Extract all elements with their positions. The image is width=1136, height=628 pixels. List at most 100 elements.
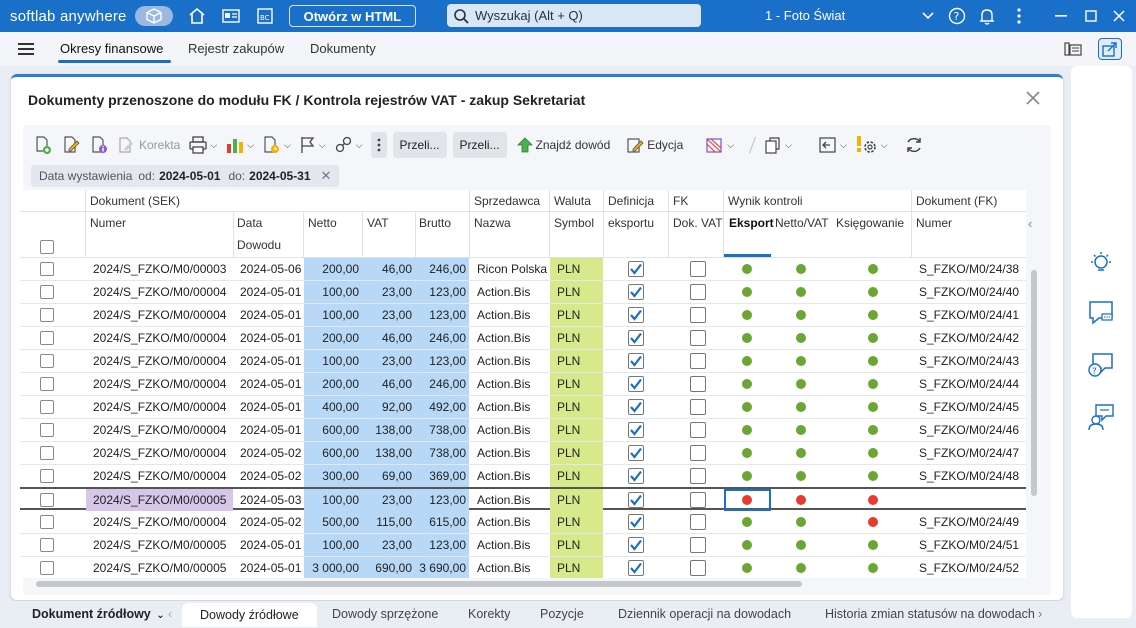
col-nazwa[interactable]: Nazwa [474, 216, 511, 230]
col-brutto[interactable]: Brutto [419, 216, 451, 230]
row-checkbox[interactable] [40, 308, 54, 322]
col-data[interactable]: Data [237, 216, 262, 230]
maximize-icon[interactable] [1080, 6, 1102, 26]
find-document-button[interactable]: Znajdź dowód [516, 132, 610, 158]
fk-dok-vat-checkbox[interactable] [690, 514, 706, 530]
fk-dok-vat-checkbox[interactable] [690, 537, 706, 553]
help-icon[interactable]: ? [946, 6, 968, 26]
tab-dziennik-operacji[interactable]: Dziennik operacji na dowodach [618, 607, 791, 621]
korekta-button[interactable]: Korekta [117, 132, 180, 158]
minimize-icon[interactable] [1050, 6, 1072, 26]
fk-dok-vat-checkbox[interactable] [690, 560, 706, 576]
fk-dok-vat-checkbox[interactable] [690, 353, 706, 369]
table-row[interactable]: 2024/S_FZKO/M0/00004 2024-05-02 500,00 115,… [20, 511, 1026, 534]
business-card-icon[interactable]: BC [255, 6, 275, 26]
fk-dok-vat-checkbox[interactable] [690, 468, 706, 484]
fk-dok-vat-checkbox[interactable] [690, 307, 706, 323]
add-document-icon[interactable] [33, 132, 53, 158]
close-icon[interactable] [1025, 90, 1041, 106]
date-filter-chip[interactable]: Data wystawienia od: 2024-05-01 do: 2024… [31, 165, 340, 187]
tab-okresy-finansowe[interactable]: Okresy finansowe [60, 41, 163, 56]
definicja-eksportu-checkbox[interactable] [628, 330, 644, 346]
preview-button-1[interactable]: Przeli... [392, 132, 447, 158]
flag-button[interactable]: ⌵ [299, 132, 326, 158]
tab-dokumenty[interactable]: Dokumenty [310, 41, 376, 56]
vertical-scrollbar[interactable] [1029, 258, 1039, 578]
definicja-eksportu-checkbox[interactable] [628, 492, 644, 508]
row-checkbox[interactable] [40, 493, 54, 507]
hamburger-menu-icon[interactable] [18, 43, 34, 55]
export-button[interactable]: ⌵ [705, 132, 734, 158]
document-info-icon[interactable] [89, 132, 109, 158]
definicja-eksportu-checkbox[interactable] [628, 284, 644, 300]
edit-button[interactable]: Edycja [626, 132, 683, 158]
definicja-eksportu-checkbox[interactable] [628, 422, 644, 438]
fk-dok-vat-checkbox[interactable] [690, 330, 706, 346]
table-row[interactable]: 2024/S_FZKO/M0/00004 2024-05-02 300,00 69,0… [20, 465, 1026, 488]
col-numer-fk[interactable]: Numer [916, 216, 952, 230]
tab-dowody-sprzezone[interactable]: Dowody sprzężone [332, 607, 438, 621]
table-row[interactable]: 2024/S_FZKO/M0/00004 2024-05-01 100,00 23,0… [20, 350, 1026, 373]
row-checkbox[interactable] [40, 446, 54, 460]
table-row[interactable]: 2024/S_FZKO/M0/00003 2024-05-06 200,00 46,0… [20, 258, 1026, 281]
tab-korekty[interactable]: Korekty [468, 607, 510, 621]
row-checkbox[interactable] [40, 262, 54, 276]
definicja-eksportu-checkbox[interactable] [628, 353, 644, 369]
help-chat-icon[interactable]: ? [1086, 350, 1116, 380]
table-row[interactable]: 2024/S_FZKO/M0/00004 2024-05-01 100,00 23,0… [20, 281, 1026, 304]
table-row[interactable]: 2024/S_FZKO/M0/00005 2024-05-03 100,00 23,0… [20, 487, 1026, 511]
source-document-dropdown[interactable]: Dokument źródłowy ⌄ [32, 607, 165, 621]
row-checkbox[interactable] [40, 285, 54, 299]
definicja-eksportu-checkbox[interactable] [628, 560, 644, 576]
tabs-scroll-left-icon[interactable]: ‹ [168, 607, 172, 621]
definicja-eksportu-checkbox[interactable] [628, 261, 644, 277]
scroll-left-icon[interactable]: ‹ [1028, 216, 1032, 231]
import-button[interactable]: ⌵ [818, 132, 847, 158]
col-dok-vat[interactable]: Dok. VAT [673, 216, 723, 230]
settings-warning-button[interactable]: ⌵ [855, 132, 888, 158]
definicja-eksportu-checkbox[interactable] [628, 376, 644, 392]
more-options-button[interactable] [370, 132, 387, 158]
col-numer[interactable]: Numer [90, 216, 126, 230]
definicja-eksportu-checkbox[interactable] [628, 514, 644, 530]
preview-button-2[interactable]: Przeli... [452, 132, 507, 158]
table-row[interactable]: 2024/S_FZKO/M0/00004 2024-05-01 400,00 92,0… [20, 396, 1026, 419]
row-checkbox[interactable] [40, 377, 54, 391]
chat-icon[interactable] [1086, 298, 1116, 328]
support-person-icon[interactable] [1086, 402, 1116, 432]
tab-dowody-zrodlowe[interactable]: Dowody źródłowe [182, 603, 317, 627]
table-row[interactable]: 2024/S_FZKO/M0/00005 2024-05-01 3 000,00 69… [20, 557, 1026, 578]
col-eksportu[interactable]: eksportu [608, 216, 654, 230]
vertical-ellipsis-icon[interactable] [1008, 6, 1030, 26]
row-checkbox[interactable] [40, 561, 54, 575]
col-netto[interactable]: Netto [308, 216, 337, 230]
row-checkbox[interactable] [40, 354, 54, 368]
copy-button[interactable]: ⌵ [763, 132, 792, 158]
table-row[interactable]: 2024/S_FZKO/M0/00005 2024-05-01 100,00 23,0… [20, 534, 1026, 557]
select-all-checkbox[interactable] [40, 240, 54, 254]
horizontal-scrollbar[interactable] [20, 578, 1026, 590]
document-actions-button[interactable]: ⌵ [262, 132, 291, 158]
table-row[interactable]: 2024/S_FZKO/M0/00004 2024-05-02 600,00 138,… [20, 442, 1026, 465]
table-row[interactable]: 2024/S_FZKO/M0/00004 2024-05-01 600,00 138,… [20, 419, 1026, 442]
refresh-button[interactable] [904, 132, 924, 158]
definicja-eksportu-checkbox[interactable] [628, 307, 644, 323]
fk-dok-vat-checkbox[interactable] [690, 422, 706, 438]
bell-icon[interactable] [976, 6, 998, 26]
chart-button[interactable]: ⌵ [225, 132, 254, 158]
definicja-eksportu-checkbox[interactable] [628, 399, 644, 415]
fk-dok-vat-checkbox[interactable] [690, 284, 706, 300]
print-button[interactable]: ⌵ [188, 132, 217, 158]
search-input[interactable]: Wyszukaj (Alt + Q) [447, 4, 701, 27]
tab-rejestr-zakupow[interactable]: Rejestr zakupów [188, 41, 284, 56]
fk-dok-vat-checkbox[interactable] [690, 261, 706, 277]
row-checkbox[interactable] [40, 331, 54, 345]
row-checkbox[interactable] [40, 400, 54, 414]
home-icon[interactable] [187, 6, 207, 26]
id-card-icon[interactable] [221, 6, 241, 26]
chevron-down-icon[interactable] [917, 6, 939, 26]
fk-dok-vat-checkbox[interactable] [690, 376, 706, 392]
relations-button[interactable]: ⌵ [334, 132, 363, 158]
col-symbol[interactable]: Symbol [554, 216, 594, 230]
col-vat[interactable]: VAT [367, 216, 389, 230]
